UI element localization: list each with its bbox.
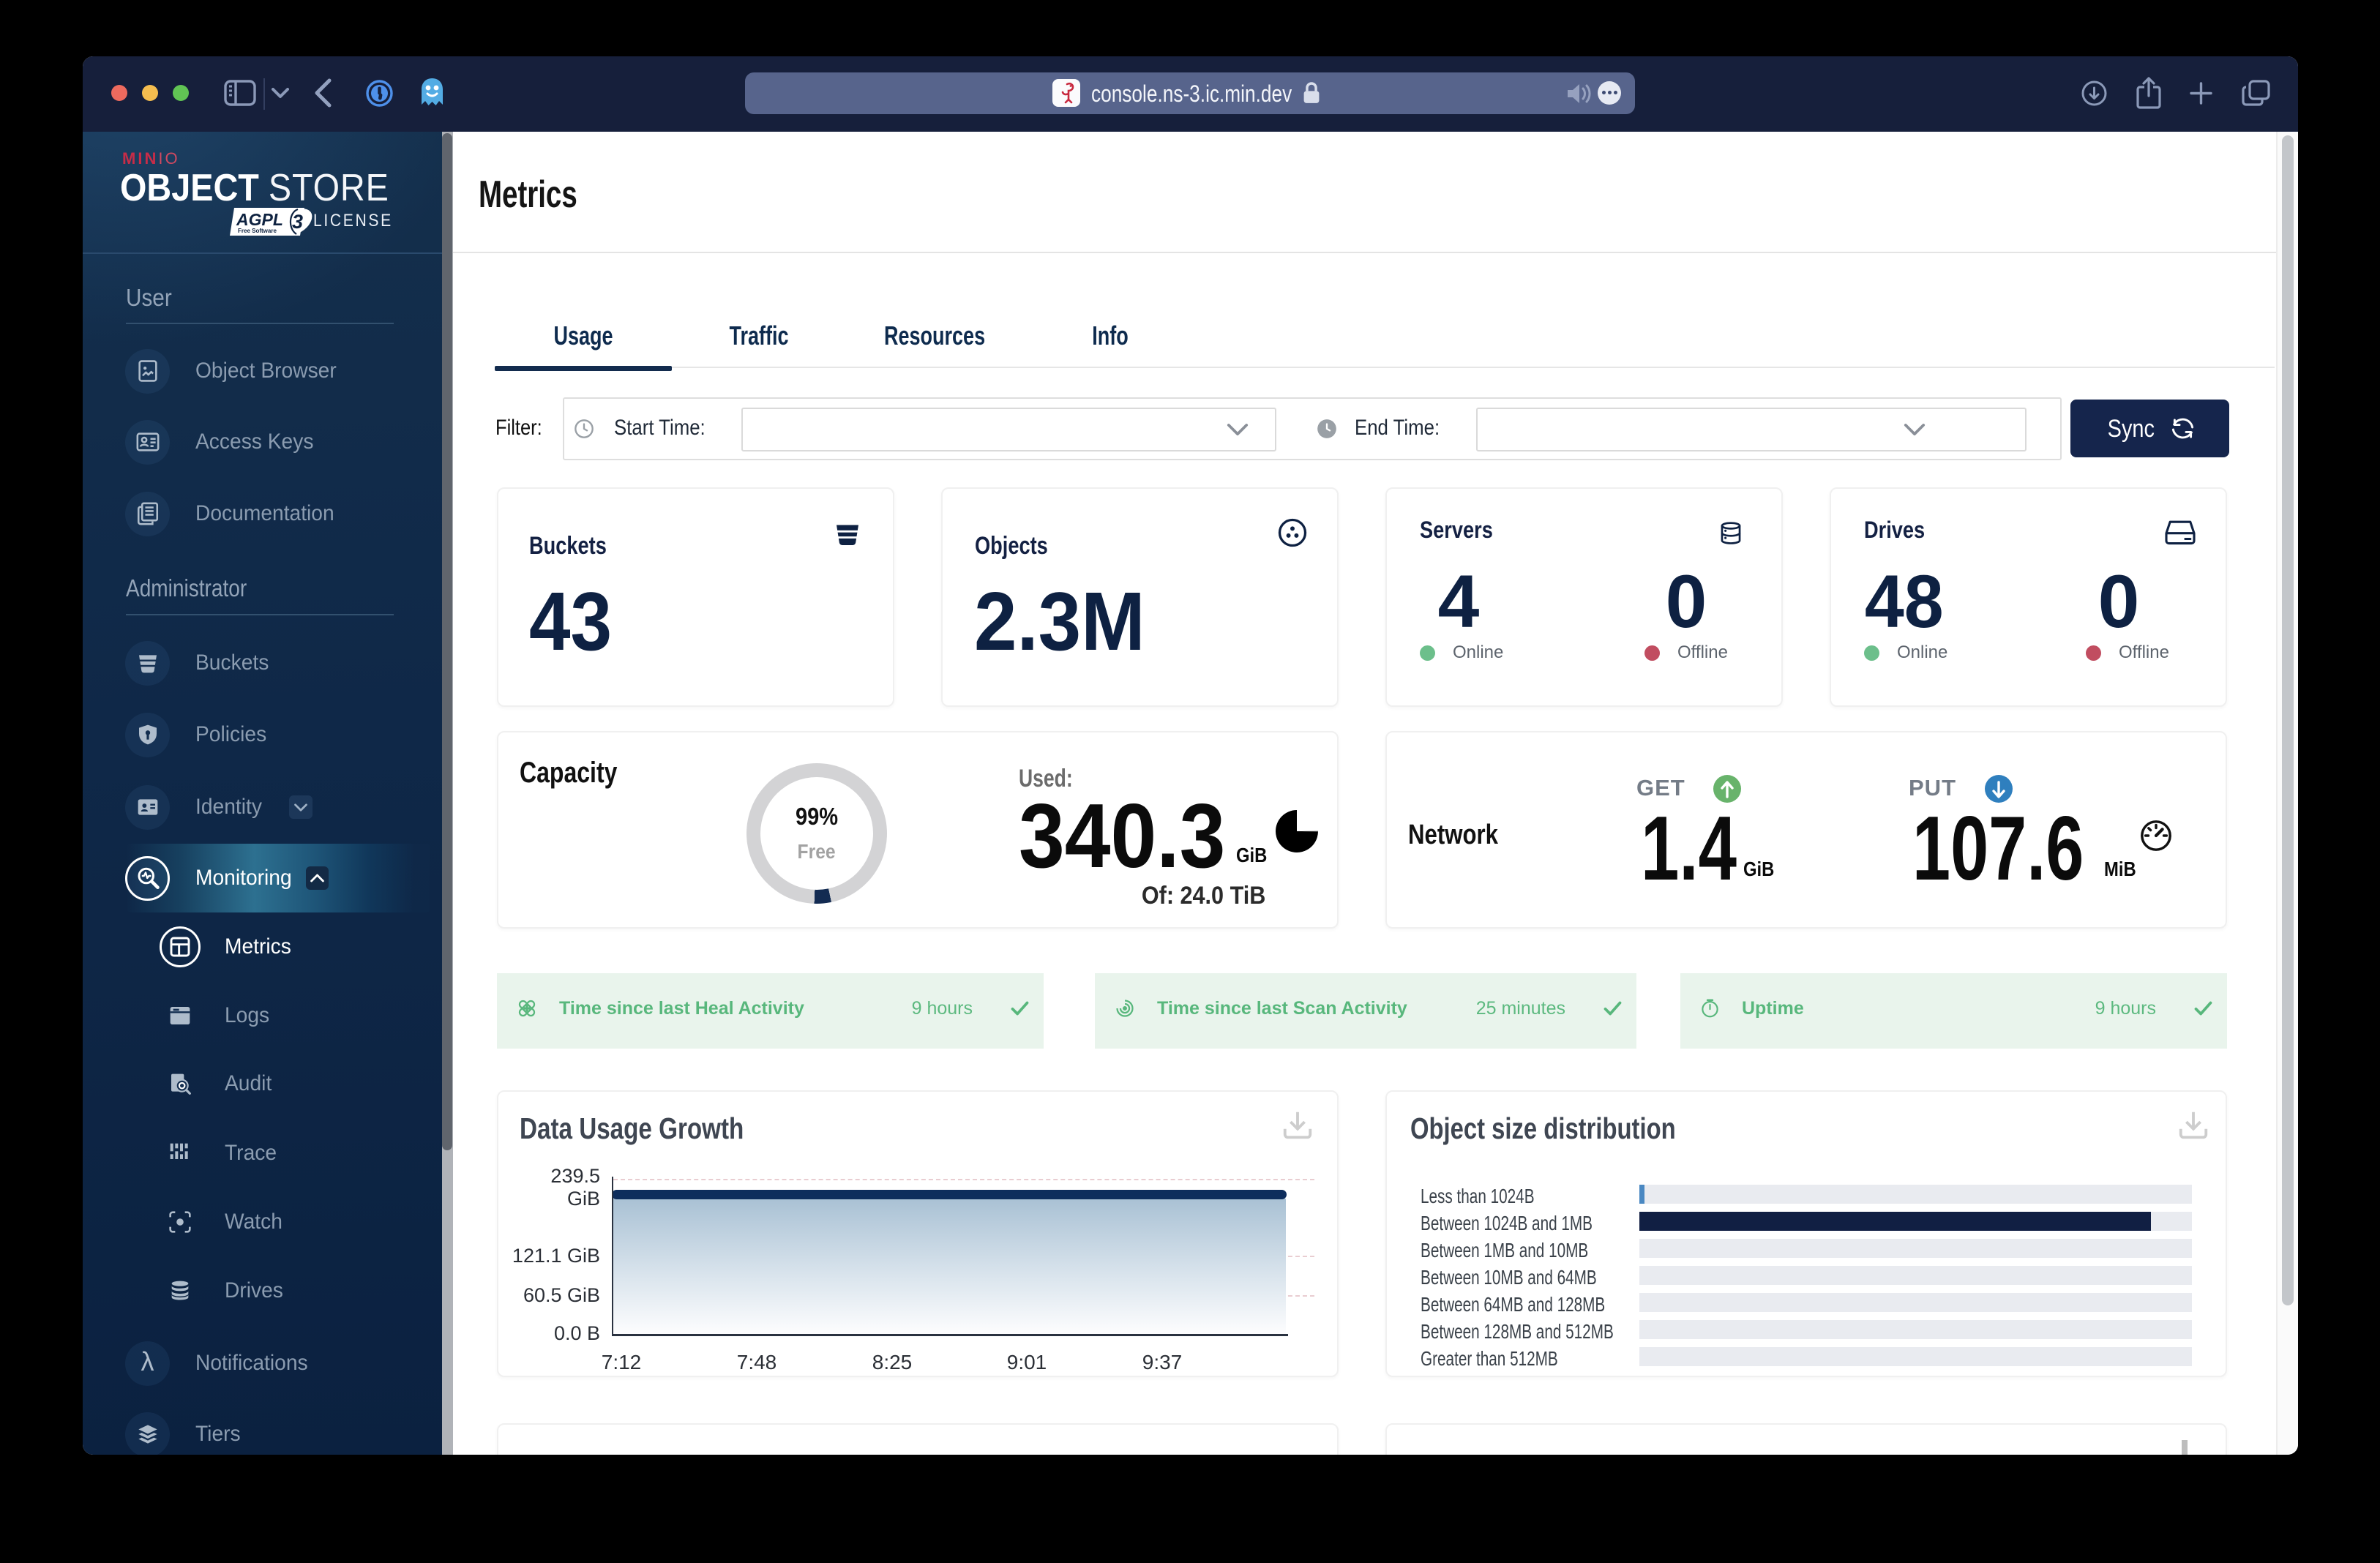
svg-text:AGPL: AGPL <box>236 210 283 229</box>
svg-text:Free Software: Free Software <box>238 228 277 234</box>
svg-text:3: 3 <box>292 211 303 233</box>
